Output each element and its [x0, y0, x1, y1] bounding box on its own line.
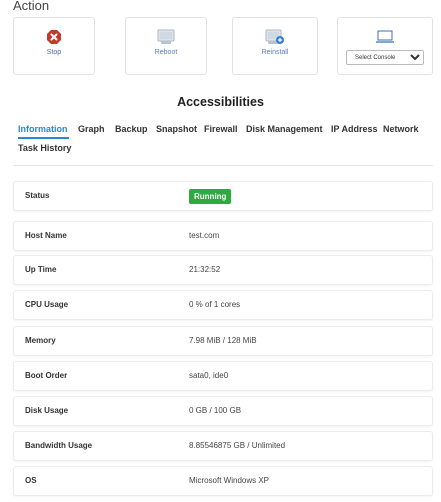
tab-information[interactable]: Information — [18, 124, 68, 134]
monitor-icon — [375, 29, 395, 45]
info-row-boot-order: Boot Order sata0, ide0 — [13, 361, 433, 391]
tabs-divider — [13, 165, 433, 166]
console-select[interactable]: Select Console — [346, 50, 424, 65]
info-value: test.com — [189, 231, 220, 240]
info-row-cpu-usage: CPU Usage 0 % of 1 cores — [13, 290, 433, 320]
reinstall-label: Reinstall — [261, 49, 289, 56]
info-key: Status — [25, 191, 50, 200]
info-key: Memory — [25, 336, 56, 345]
reboot-label: Reboot — [154, 49, 178, 56]
status-badge: Running — [189, 189, 232, 204]
tab-network[interactable]: Network — [383, 124, 419, 134]
stop-label: Stop — [46, 49, 62, 56]
info-key: Boot Order — [25, 371, 68, 380]
info-row-up-time: Up Time 21:32:52 — [13, 255, 433, 285]
stop-button[interactable]: Stop — [13, 17, 95, 75]
tab-disk-management[interactable]: Disk Management — [246, 124, 323, 134]
active-tab-underline — [18, 137, 69, 139]
info-value: 8.85546875 GB / Unlimited — [189, 441, 286, 450]
info-value: 0 % of 1 cores — [189, 300, 241, 309]
info-value: 7.98 MiB / 128 MiB — [189, 336, 257, 345]
info-row-os: OS Microsoft Windows XP — [13, 466, 433, 496]
reboot-button[interactable]: Reboot — [125, 17, 207, 75]
console-card: Select Console — [337, 17, 433, 75]
tab-ip-address[interactable]: IP Address — [331, 124, 378, 134]
tab-backup[interactable]: Backup — [115, 124, 148, 134]
info-key: OS — [25, 476, 37, 485]
info-value: sata0, ide0 — [189, 371, 229, 380]
info-key: Disk Usage — [25, 406, 69, 415]
reboot-icon — [157, 29, 175, 45]
reinstall-button[interactable]: Reinstall — [232, 17, 318, 75]
info-key: Up Time — [25, 265, 57, 274]
info-row-disk-usage: Disk Usage 0 GB / 100 GB — [13, 396, 433, 426]
info-key: CPU Usage — [25, 300, 69, 309]
accessibilities-heading: Accessibilities — [177, 95, 264, 109]
info-row-bandwidth-usage: Bandwidth Usage 8.85546875 GB / Unlimite… — [13, 431, 433, 461]
info-value: Microsoft Windows XP — [189, 476, 270, 485]
reinstall-icon — [265, 29, 285, 45]
info-row-memory: Memory 7.98 MiB / 128 MiB — [13, 326, 433, 356]
info-key: Bandwidth Usage — [25, 441, 93, 450]
tab-snapshot[interactable]: Snapshot — [156, 124, 197, 134]
info-value: 21:32:52 — [189, 265, 221, 274]
stop-icon — [46, 29, 62, 45]
info-row-host-name: Host Name test.com — [13, 221, 433, 251]
tab-task-history[interactable]: Task History — [18, 143, 71, 153]
info-value: 0 GB / 100 GB — [189, 406, 242, 415]
tab-firewall[interactable]: Firewall — [204, 124, 238, 134]
tab-graph[interactable]: Graph — [78, 124, 105, 134]
action-heading: Action — [13, 0, 50, 13]
info-row-status: Status Running — [13, 181, 433, 211]
info-key: Host Name — [25, 231, 67, 240]
